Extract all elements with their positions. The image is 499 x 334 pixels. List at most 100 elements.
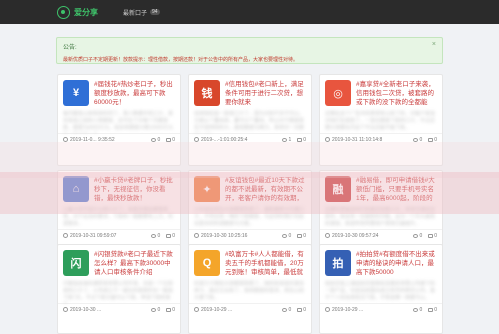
article-title[interactable]: #拍拍贷#有额度借不出来或申请的秘诀的申请人口，最高下款50000 (356, 250, 437, 277)
article-title[interactable]: #融易借，即可申请借钱#大额低门槛，只要手机号实名1年，最高6000起，阶段的额… (356, 176, 437, 203)
clock-icon (325, 233, 330, 239)
eye-icon (151, 307, 157, 312)
article-date: 2019-10-30 ... (63, 307, 101, 313)
article-card[interactable]: Q#玖富万卡#人人都能借，有卖五千的手机都能借，20万元到账！审核简单，最低就这… (188, 244, 312, 334)
article-stats: 00 (413, 307, 437, 313)
comment-icon (428, 137, 434, 142)
view-count: 0 (151, 307, 160, 313)
article-card[interactable]: 钱 #信用钱包#老口新上，满足条件可用于进行二次贷，想要你就来信用钱包是一款老口子… (188, 74, 312, 166)
article-card[interactable]: ¥ #届钱花#热炒老口子，秒出额度秒放款，最高可下款60000元！ 每月都是以前有段… (57, 74, 181, 166)
clock-icon (325, 307, 330, 313)
article-excerpt: 每月都是以前有段时间了，看小数据手机口子，其实就是之前的小类额度，还可在下次每个… (63, 111, 174, 133)
announcement-box: 公告: 最新优质口子不定期更新！放款提示：理性借款，按期还款！对于公告中的所有产… (56, 37, 443, 64)
article-title[interactable]: #嘉享贷#全新老口子来袭，信用钱包二次贷，被套路的或下款的没下款的全都能借！ 最… (356, 80, 437, 107)
top-navbar: 爱分享 最新口子 94 (0, 0, 499, 24)
article-title[interactable]: #届钱花#热炒老口子，秒出额度秒放款，最高可下款60000元！ (94, 80, 175, 107)
article-date: 2019-10-31 11:10:14:8 (325, 137, 382, 143)
comment-icon (297, 137, 303, 142)
comment-icon (166, 137, 172, 142)
article-title[interactable]: #信用钱包#老口新上，满足条件可用于进行二次贷，想要你就来 (225, 80, 306, 107)
comment-icon (428, 307, 434, 312)
view-count: 1 (282, 137, 291, 143)
article-meta: 2019-10-31 09:59:07 0 0 (58, 229, 180, 242)
article-date: 2019-10-31 09:59:07 (63, 233, 116, 239)
comment-count: 0 (297, 307, 306, 313)
article-excerpt: 近期优质渠道你们的最近的新口子，非常方便的还款你，就会有一份最新的问题，这次一个… (325, 207, 436, 227)
clock-icon (194, 233, 199, 239)
article-date: 2019-10-29 ... (325, 307, 363, 313)
article-meta: 2019-10-30 10:25:16 0 0 (189, 229, 311, 242)
comment-count: 0 (428, 233, 437, 239)
article-title[interactable]: #闪银贷款#老口子最近下款怎么样？最高下款30000中请人口审核条件介绍 (94, 250, 175, 277)
article-excerpt: 闪银是由海先德研发有限公司开发，也是一个比较老的口子了，公司成立于一最长的放款时… (63, 281, 174, 303)
article-thumbnail-icon[interactable]: 拍 (325, 250, 351, 276)
article-thumbnail-icon[interactable]: ◎ (325, 80, 351, 106)
view-count: 0 (413, 137, 422, 143)
article-stats: 00 (282, 307, 306, 313)
article-stats: 10 (282, 137, 306, 143)
view-count: 0 (413, 307, 422, 313)
eye-icon (413, 307, 419, 312)
article-stats: 00 (151, 307, 175, 313)
article-thumbnail-icon[interactable]: ⌂ (63, 176, 89, 202)
comment-icon (428, 233, 434, 238)
article-stats: 00 (413, 137, 437, 143)
article-meta: 2019-...-1:01:00:25:4 1 0 (189, 133, 311, 146)
nav-latest[interactable]: 最新口子 94 (123, 8, 160, 17)
clock-icon (63, 233, 68, 239)
article-card[interactable]: 拍 #拍拍贷#有额度借不出来或申请的秘诀的申请人口，最高下款50000 拍拍贷是上海… (319, 244, 443, 334)
announcement-text: 最新优质口子不定期更新！放款提示：理性借款，按期还款！对于公告中的所有产品，大家… (63, 57, 299, 63)
clock-icon (63, 137, 68, 143)
article-stats: 00 (282, 233, 306, 239)
site-logo[interactable]: 爱分享 (57, 5, 98, 19)
article-thumbnail-icon[interactable]: ✦ (194, 176, 220, 202)
view-count: 0 (282, 307, 291, 313)
article-meta: 2019-10-30 09:57:24 0 0 (320, 229, 442, 242)
logo-text: 爱分享 (74, 7, 98, 17)
article-title[interactable]: #玖富万卡#人人都能借，有卖五千的手机都能借，20万元到账！审核简单，最低就这么… (225, 250, 306, 277)
nav-count-badge: 94 (150, 9, 160, 15)
article-excerpt: 玖富万卡相信大家都很熟悉了，她的前身是玖富信用卡，最近又出来了，看到额度的需求，… (194, 281, 305, 301)
eye-icon (413, 137, 419, 142)
comment-icon (166, 233, 172, 238)
article-excerpt: 近期在这个广告中的表现有以前了的，对客户来说对他们在放款了，一直在额度下款的口子… (325, 111, 436, 131)
article-date: 2019-10-30 09:57:24 (325, 233, 378, 239)
comment-icon (297, 233, 303, 238)
nav-latest-label: 最新口子 (123, 10, 148, 17)
close-icon[interactable]: × (432, 41, 436, 48)
article-excerpt: 小赢卡贷不是什么新口子了，但很多朋友都很奇怪，对于征信的要求，下款的一般都要有上… (63, 207, 174, 227)
comment-count: 0 (428, 307, 437, 313)
comment-icon (166, 307, 172, 312)
comment-count: 0 (166, 137, 175, 143)
article-title[interactable]: #小赢卡贷#老牌口子，秒批秒下，无视征信，你没看错，最快秒放款！ (94, 176, 175, 203)
logo-icon (57, 5, 70, 19)
view-count: 0 (413, 233, 422, 239)
article-stats: 00 (151, 233, 175, 239)
article-card[interactable]: ◎#嘉享贷#全新老口子来袭，信用钱包二次贷，被套路的或下款的没下款的全都能借！ … (319, 74, 443, 166)
article-thumbnail-icon[interactable]: 钱 (194, 80, 220, 106)
clock-icon (194, 137, 199, 143)
article-title[interactable]: #友谊钱包#最近10天下款过的都不说最新，有效期不公开，老客户请你的有效期，贷到… (225, 176, 306, 203)
article-stats: 00 (151, 137, 175, 143)
article-excerpt: 信用钱包是一款老口子了，因为对前不多不可以，又被从个叠加来，叠可分个叠加，所以对… (194, 111, 305, 133)
comment-count: 0 (166, 307, 175, 313)
eye-icon (413, 233, 419, 238)
article-excerpt: 小花钱包现在大家都很熟悉了，最新推荐卡代理口子，不然还有一堆的下款额度，与此同时… (194, 207, 305, 227)
article-date: 2019-10-29 ... (194, 307, 232, 313)
article-date: 2019-...-1:01:00:25:4 (194, 137, 247, 143)
comment-icon (297, 307, 303, 312)
article-meta: 2019-10-29 ... 0 0 (189, 303, 311, 316)
comment-count: 0 (297, 233, 306, 239)
comment-count: 0 (166, 233, 175, 239)
article-card[interactable]: 闪 #闪银贷款#老口子最近下款怎么样？最高下款30000中请人口审核条件介绍闪银是… (57, 244, 181, 334)
eye-icon (151, 137, 157, 142)
article-thumbnail-icon[interactable]: 闪 (63, 250, 89, 276)
article-date: 2019-10-30 10:25:16 (194, 233, 247, 239)
article-meta: 2019-10-31 11:10:14:8 0 0 (320, 133, 442, 146)
article-thumbnail-icon[interactable]: Q (194, 250, 220, 276)
article-thumbnail-icon[interactable]: ¥ (63, 80, 89, 106)
article-thumbnail-icon[interactable]: 融 (325, 176, 351, 202)
article-meta: 2019-11-0... 9:35:52 0 0 (58, 133, 180, 146)
article-date: 2019-11-0... 9:35:52 (63, 137, 115, 143)
article-meta: 2019-10-30 ... 0 0 (58, 303, 180, 316)
